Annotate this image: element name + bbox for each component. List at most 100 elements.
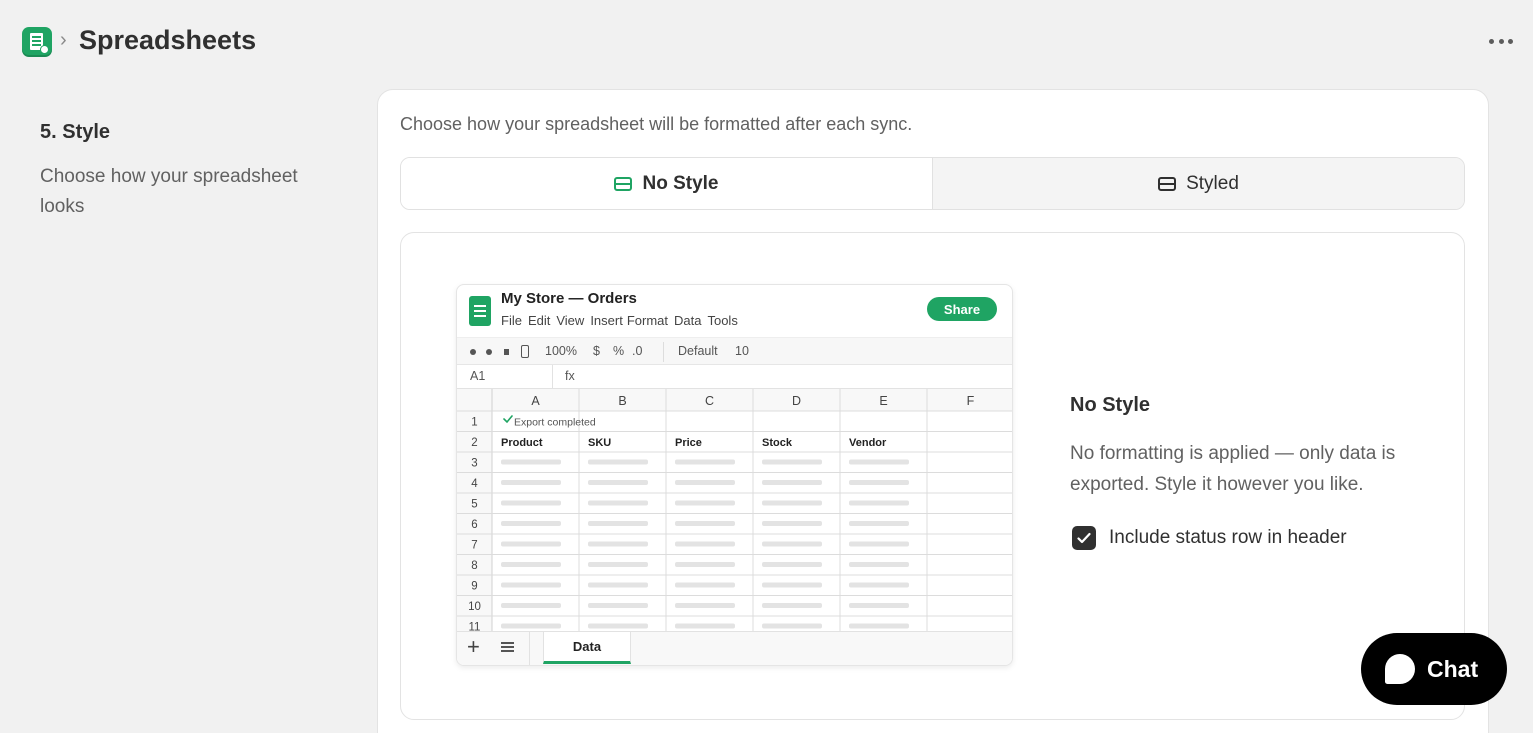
status-check-icon	[503, 415, 513, 424]
mobile-icon	[521, 345, 529, 358]
placeholder-cell	[501, 582, 561, 588]
column-header: A	[531, 394, 540, 408]
placeholder-cell	[501, 500, 561, 506]
placeholder-cell	[675, 582, 735, 588]
column-header: F	[967, 394, 975, 408]
placeholder-cell	[588, 582, 648, 588]
sheet-list-icon	[501, 642, 514, 652]
placeholder-cell	[501, 521, 561, 526]
row-header: 5	[471, 499, 477, 511]
column-header: B	[618, 394, 626, 408]
sheet-grid-svg: A B C D E F1234567891011Export completedProdu…	[457, 389, 1012, 633]
column-header-bar	[457, 389, 1012, 411]
google-sheets-icon[interactable]	[22, 27, 52, 57]
placeholder-cell	[501, 562, 561, 567]
card-intro: Choose how your spreadsheet will be form…	[400, 114, 913, 134]
placeholder-cell	[588, 521, 648, 526]
row-header: 10	[468, 601, 481, 613]
preview-doc-title: My Store — Orders	[501, 290, 637, 307]
preview-menu: File Edit View Insert Format Data Tools	[501, 313, 738, 328]
placeholder-cell	[762, 480, 822, 485]
preview-header: My Store — Orders File Edit View Insert …	[457, 285, 1012, 337]
option-label: Styled	[1186, 172, 1239, 194]
preview-menu-item: Format	[626, 313, 668, 328]
placeholder-cell	[762, 541, 822, 547]
zoom-value: 100%	[545, 344, 577, 358]
preview-menu-item: File	[501, 313, 522, 328]
font-family: Default	[678, 344, 718, 358]
option-label: No Style	[642, 172, 719, 194]
column-header: E	[879, 394, 887, 408]
placeholder-cell	[588, 500, 648, 506]
placeholder-cell	[588, 603, 648, 608]
preview-menu-item: View	[556, 313, 585, 328]
preview-menu-item: Tools	[707, 313, 738, 328]
font-size: 10	[735, 344, 749, 358]
placeholder-cell	[588, 541, 648, 547]
placeholder-cell	[849, 500, 909, 506]
redo-icon	[486, 349, 492, 355]
preview-toolbar: 100% $ % .0 Default 10	[457, 337, 1012, 365]
style-segmented-control: No Style Styled	[400, 157, 1465, 210]
ellipsis-icon[interactable]	[1489, 26, 1513, 56]
cell-reference: A1	[470, 369, 486, 383]
row-header: 2	[471, 437, 477, 449]
placeholder-cell	[849, 562, 909, 567]
preview-panel: My Store — Orders File Edit View Insert …	[400, 232, 1465, 720]
layout-icon	[1158, 176, 1177, 191]
placeholder-cell	[762, 521, 822, 526]
placeholder-cell	[501, 623, 561, 629]
option-detail-description: No formatting is applied — only data is …	[1070, 443, 1396, 495]
preview-menu-item: Data	[674, 313, 702, 328]
undo-icon	[470, 349, 476, 355]
placeholder-cell	[849, 459, 909, 465]
row-header: 4	[471, 478, 478, 490]
sheets-logo-icon	[469, 296, 491, 326]
placeholder-cell	[501, 459, 561, 465]
print-icon	[504, 349, 509, 355]
add-sheet-icon: +	[467, 634, 480, 659]
option-detail-title: No Style	[1070, 394, 1151, 416]
checkbox-checked-icon[interactable]	[1072, 526, 1096, 550]
fx-label: fx	[565, 369, 575, 383]
placeholder-cell	[675, 541, 735, 547]
option-no-style-button[interactable]: No Style	[401, 158, 932, 209]
column-label: Vendor	[849, 437, 887, 449]
preview-menu-item: Edit	[527, 313, 551, 328]
chat-button[interactable]: Chat	[1361, 633, 1507, 705]
status-text: Export completed	[514, 417, 596, 429]
column-label: SKU	[588, 437, 611, 449]
row-header: 8	[471, 560, 477, 572]
placeholder-cell	[501, 603, 561, 608]
style-card: Choose how your spreadsheet will be form…	[377, 89, 1489, 733]
placeholder-cell	[675, 623, 735, 629]
placeholder-cell	[849, 480, 909, 485]
breadcrumb-chevron-icon: ›	[60, 29, 67, 51]
column-label: Product	[501, 437, 543, 449]
spreadsheet-preview: My Store — Orders File Edit View Insert …	[456, 284, 1013, 666]
row-header: 9	[471, 581, 477, 593]
column-label: Price	[675, 437, 702, 449]
placeholder-cell	[588, 480, 648, 485]
placeholder-cell	[762, 562, 822, 567]
section-title: 5. Style	[40, 121, 111, 143]
placeholder-cell	[762, 459, 822, 465]
formula-bar: A1 fx	[457, 365, 1012, 389]
top-bar: › Spreadsheets	[0, 0, 1533, 84]
placeholder-cell	[849, 623, 909, 629]
placeholder-cell	[675, 562, 735, 567]
layout-icon	[614, 176, 633, 191]
column-label: Stock	[762, 437, 793, 449]
sheet-grid: A B C D E F 1 2 3 4 5 6 7 8 9 10 11 Export completed Produ…	[457, 389, 1012, 633]
placeholder-cell	[762, 603, 822, 608]
placeholder-cell	[849, 603, 909, 608]
include-status-row-checkbox[interactable]: Include status row in header	[1072, 526, 1347, 550]
placeholder-cell	[849, 541, 909, 547]
option-styled-button[interactable]: Styled	[932, 158, 1464, 209]
chat-label: Chat	[1427, 655, 1479, 682]
placeholder-cell	[675, 480, 735, 485]
placeholder-cell	[588, 562, 648, 567]
column-header: D	[792, 394, 801, 408]
placeholder-cell	[849, 521, 909, 526]
decimal-format: .0	[632, 344, 643, 358]
